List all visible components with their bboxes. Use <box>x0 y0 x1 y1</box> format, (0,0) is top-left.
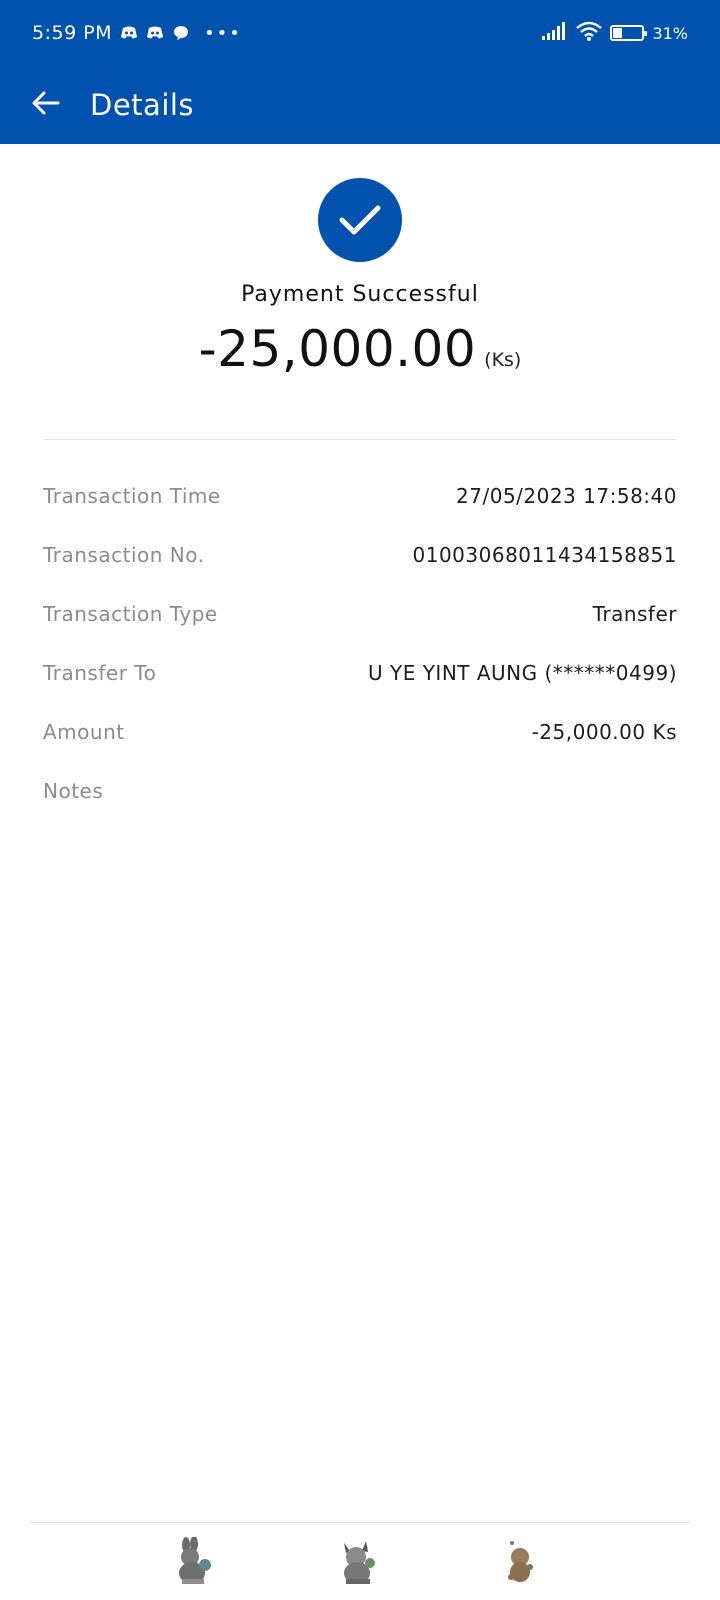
divider <box>43 439 677 440</box>
detail-label: Transaction Time <box>43 483 221 508</box>
arrow-left-icon <box>32 91 60 119</box>
check-circle-icon <box>318 178 402 262</box>
transaction-details: Transaction Time 27/05/2023 17:58:40 Tra… <box>43 466 677 820</box>
detail-label: Notes <box>43 778 104 803</box>
detail-value: -25,000.00 Ks <box>531 719 677 744</box>
detail-label: Transfer To <box>43 660 157 685</box>
detail-value: 27/05/2023 17:58:40 <box>456 483 677 508</box>
detail-value: Transfer <box>592 601 677 626</box>
sticker-cat-icon[interactable] <box>336 1537 380 1585</box>
detail-row-transaction-type: Transaction Type Transfer <box>43 584 677 643</box>
page-title: Details <box>90 88 195 122</box>
detail-label: Transaction No. <box>43 542 205 567</box>
detail-value: 01003068011434158851 <box>412 542 677 567</box>
status-right: 31% <box>542 21 688 46</box>
sticker-bunny-icon[interactable] <box>172 1536 216 1585</box>
toolbar: Details <box>0 66 720 144</box>
payment-status: Payment Successful <box>241 282 479 307</box>
chat-bubble-icon <box>172 26 190 40</box>
status-bar: 5:59 PM ••• 31% <box>0 0 720 66</box>
battery-percent: 31% <box>652 23 688 43</box>
detail-row-amount: Amount -25,000.00 Ks <box>43 702 677 761</box>
status-time: 5:59 PM <box>32 22 113 44</box>
status-left: 5:59 PM ••• <box>32 22 242 44</box>
detail-label: Amount <box>43 719 125 744</box>
amount-currency: (Ks) <box>484 349 522 371</box>
discord-icon <box>146 26 164 40</box>
bottom-bar <box>0 1523 720 1600</box>
amount-display: -25,000.00 (Ks) <box>0 320 720 378</box>
overflow-dots-icon: ••• <box>204 22 242 44</box>
battery-level <box>613 28 623 38</box>
battery-icon <box>610 25 648 41</box>
detail-row-notes: Notes <box>43 761 677 820</box>
back-button[interactable] <box>20 79 72 131</box>
wifi-icon <box>576 21 603 46</box>
signal-icon <box>542 21 568 45</box>
discord-icon <box>120 26 138 40</box>
detail-row-transaction-no: Transaction No. 01003068011434158851 <box>43 525 677 584</box>
sticker-bear-icon[interactable] <box>500 1537 544 1585</box>
amount-value: -25,000.00 <box>198 320 477 378</box>
app-bar: 5:59 PM ••• 31% Details <box>0 0 720 144</box>
detail-value: U YE YINT AUNG (******0499) <box>368 660 677 685</box>
detail-label: Transaction Type <box>43 601 218 626</box>
detail-row-transfer-to: Transfer To U YE YINT AUNG (******0499) <box>43 643 677 702</box>
detail-row-transaction-time: Transaction Time 27/05/2023 17:58:40 <box>43 466 677 525</box>
